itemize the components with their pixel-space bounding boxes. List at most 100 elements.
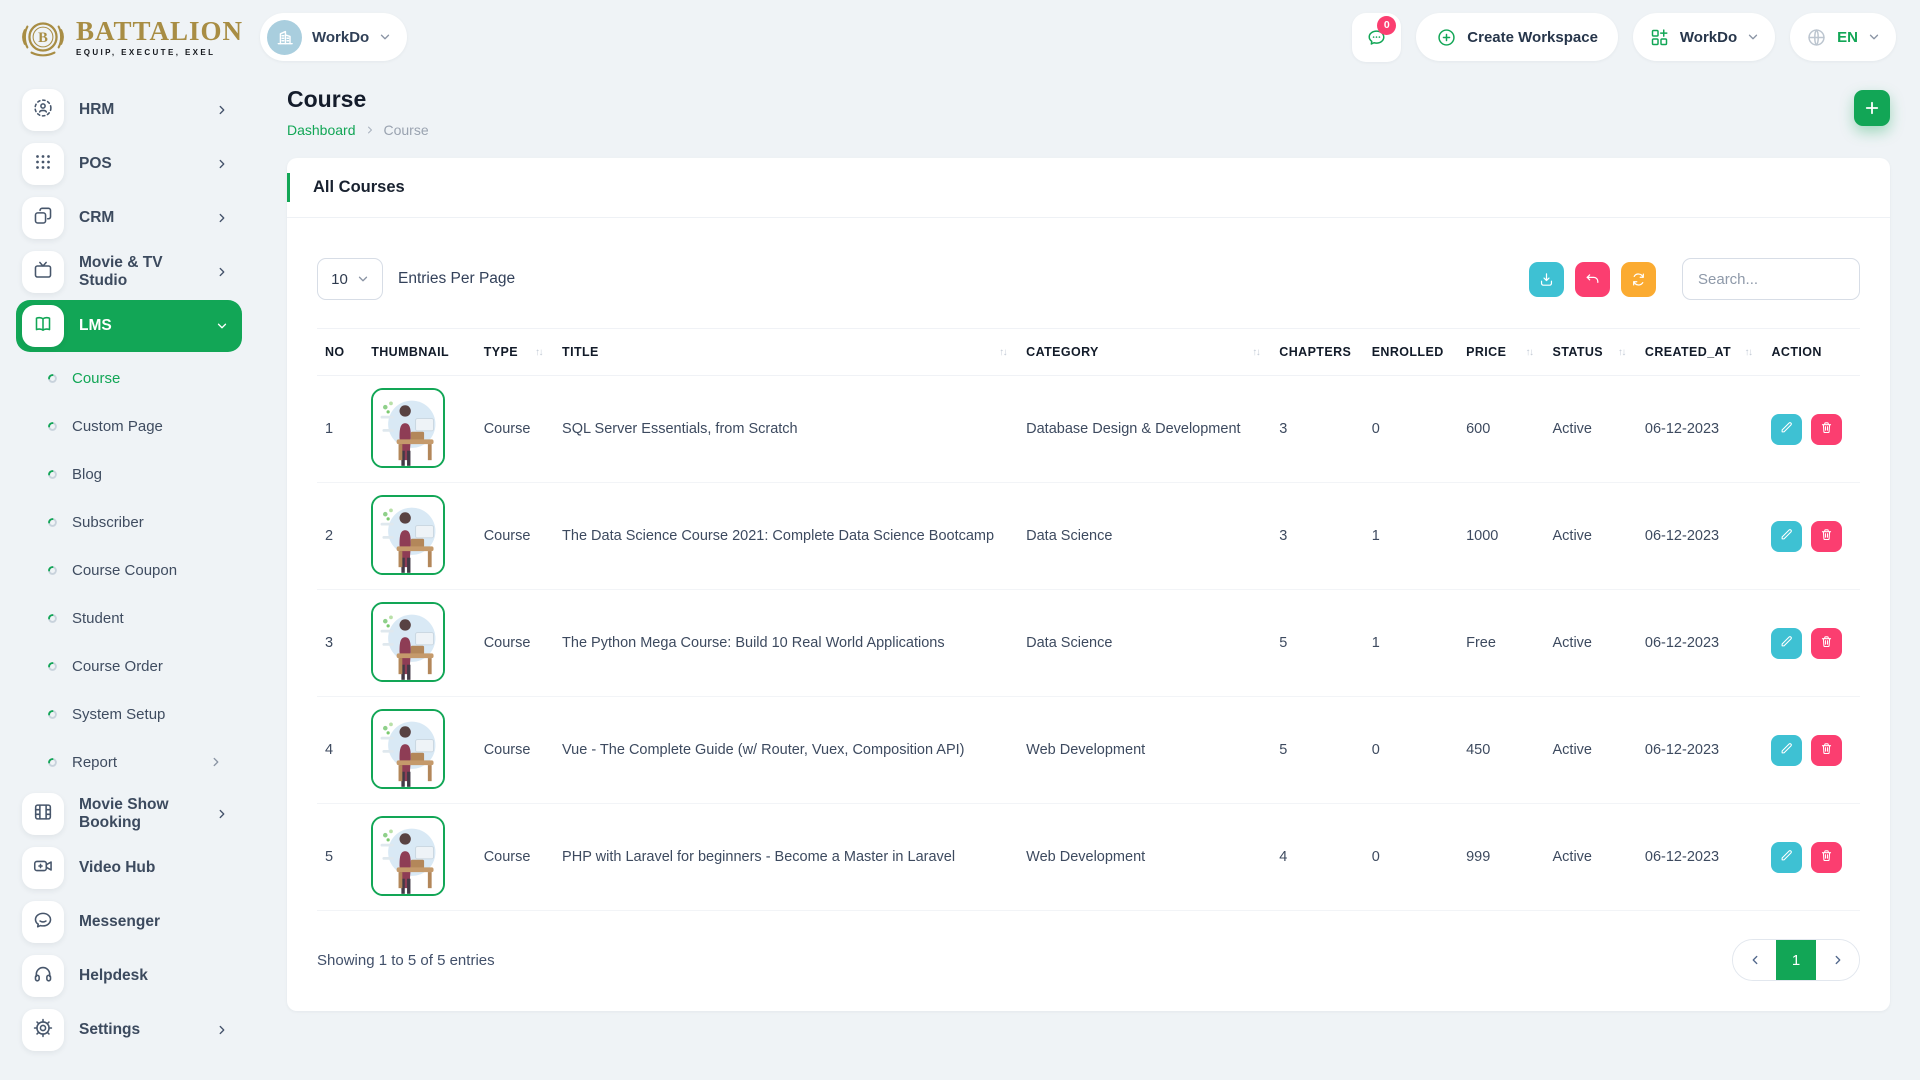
cell-status: Active	[1545, 697, 1637, 804]
sidebar-subitem-student[interactable]: Student	[0, 594, 258, 642]
sidebar-subitem-subscriber[interactable]: Subscriber	[0, 498, 258, 546]
column-label: TITLE	[562, 345, 599, 359]
sort-icon: ↑↓	[999, 347, 1006, 358]
chat-button[interactable]: 0	[1352, 13, 1401, 62]
column-header-type[interactable]: TYPE↑↓	[476, 329, 554, 376]
cell-enrolled: 0	[1364, 804, 1458, 911]
entries-per-page-select[interactable]: 10	[317, 258, 383, 300]
sidebar-item-settings[interactable]: Settings	[16, 1004, 242, 1056]
sidebar-item-video-hub[interactable]: Video Hub	[16, 842, 242, 894]
chevron-right-icon	[216, 104, 228, 116]
helpdesk-icon	[32, 963, 54, 990]
row-actions	[1771, 521, 1852, 552]
delete-button[interactable]	[1811, 842, 1842, 873]
cell-no: 3	[317, 590, 363, 697]
sidebar-subitem-blog[interactable]: Blog	[0, 450, 258, 498]
column-label: THUMBNAIL	[371, 345, 449, 359]
column-header-created-at[interactable]: CREATED_AT↑↓	[1637, 329, 1764, 376]
sidebar-subitem-label: Course Coupon	[72, 562, 177, 579]
language-selector[interactable]: EN	[1790, 13, 1896, 61]
search-input[interactable]	[1682, 258, 1860, 300]
delete-button[interactable]	[1811, 414, 1842, 445]
movie-tv-icon	[32, 259, 54, 286]
edit-button[interactable]	[1771, 735, 1802, 766]
column-header-enrolled: ENROLLED	[1364, 329, 1458, 376]
pagination-prev-button[interactable]	[1733, 940, 1776, 980]
sidebar-subitem-course-order[interactable]: Course Order	[0, 642, 258, 690]
cell-action	[1763, 804, 1860, 911]
sidebar-item-movie-tv-studio[interactable]: Movie & TV Studio	[16, 246, 242, 298]
pagination-page-1[interactable]: 1	[1776, 940, 1816, 980]
sidebar-subitem-label: Course	[72, 370, 120, 387]
sidebar-item-label: Movie & TV Studio	[79, 254, 201, 290]
sidebar-item-crm[interactable]: CRM	[16, 192, 242, 244]
sidebar-subitem-custom-page[interactable]: Custom Page	[0, 402, 258, 450]
sidebar-item-messenger[interactable]: Messenger	[16, 896, 242, 948]
export-button[interactable]	[1529, 262, 1564, 297]
column-label: ACTION	[1771, 345, 1821, 359]
breadcrumb-dashboard-link[interactable]: Dashboard	[287, 122, 356, 138]
sidebar-subitem-course[interactable]: Course	[0, 354, 258, 402]
cell-chapters: 3	[1271, 483, 1363, 590]
sidebar-subitem-course-coupon[interactable]: Course Coupon	[0, 546, 258, 594]
edit-button[interactable]	[1771, 414, 1802, 445]
sidebar-item-icon-tile	[22, 197, 64, 239]
cell-title: The Data Science Course 2021: Complete D…	[554, 483, 1018, 590]
delete-button[interactable]	[1811, 521, 1842, 552]
sidebar-subitem-report[interactable]: Report	[0, 738, 258, 786]
sidebar-subitem-system-setup[interactable]: System Setup	[0, 690, 258, 738]
chevron-right-icon	[216, 1024, 228, 1036]
add-course-button[interactable]	[1854, 90, 1890, 126]
column-label: CHAPTERS	[1279, 345, 1351, 359]
workdo-menu-button[interactable]: WorkDo	[1633, 13, 1775, 61]
column-label: ENROLLED	[1372, 345, 1444, 359]
cell-status: Active	[1545, 483, 1637, 590]
language-label: EN	[1837, 29, 1858, 46]
workdo-menu-label: WorkDo	[1680, 29, 1737, 46]
sidebar-item-lms[interactable]: LMS	[16, 300, 242, 352]
workspace-selector[interactable]: WorkDo	[260, 13, 407, 61]
delete-button[interactable]	[1811, 735, 1842, 766]
sidebar-item-icon-tile	[22, 847, 64, 889]
create-workspace-button[interactable]: Create Workspace	[1416, 13, 1618, 61]
chevron-right-icon	[216, 212, 228, 224]
refresh-button[interactable]	[1621, 262, 1656, 297]
sidebar-item-icon-tile	[22, 901, 64, 943]
column-header-status[interactable]: STATUS↑↓	[1545, 329, 1637, 376]
breadcrumb: Dashboard Course	[287, 122, 429, 138]
pencil-icon	[1779, 741, 1794, 759]
chevron-right-icon	[216, 158, 228, 170]
sidebar-item-label: Messenger	[79, 913, 228, 931]
sidebar-item-helpdesk[interactable]: Helpdesk	[16, 950, 242, 1002]
cell-status: Active	[1545, 376, 1637, 483]
showing-entries-text: Showing 1 to 5 of 5 entries	[317, 952, 495, 969]
edit-button[interactable]	[1771, 842, 1802, 873]
edit-button[interactable]	[1771, 628, 1802, 659]
cell-title: SQL Server Essentials, from Scratch	[554, 376, 1018, 483]
cell-type: Course	[476, 483, 554, 590]
cell-price: 1000	[1458, 483, 1544, 590]
bullet-icon	[46, 708, 59, 721]
column-header-price[interactable]: PRICE↑↓	[1458, 329, 1544, 376]
cell-thumbnail	[363, 804, 476, 911]
sidebar-item-pos[interactable]: POS	[16, 138, 242, 190]
column-header-title[interactable]: TITLE ↑↓	[554, 329, 1018, 376]
download-icon	[1538, 271, 1555, 288]
cell-enrolled: 0	[1364, 376, 1458, 483]
plus-circle-icon	[1436, 27, 1457, 48]
sidebar-item-hrm[interactable]: HRM	[16, 84, 242, 136]
sidebar-item-movie-show-booking[interactable]: Movie Show Booking	[16, 788, 242, 840]
pagination-next-button[interactable]	[1816, 940, 1859, 980]
cell-created-at: 06-12-2023	[1637, 376, 1764, 483]
chevron-down-icon	[1868, 31, 1880, 43]
chevron-down-icon	[1747, 31, 1759, 43]
edit-button[interactable]	[1771, 521, 1802, 552]
cell-thumbnail	[363, 376, 476, 483]
breadcrumb-current: Course	[384, 122, 429, 138]
column-header-category[interactable]: CATEGORY↑↓	[1018, 329, 1271, 376]
pencil-icon	[1779, 420, 1794, 438]
column-header-chapters: CHAPTERS	[1271, 329, 1363, 376]
reset-button[interactable]	[1575, 262, 1610, 297]
delete-button[interactable]	[1811, 628, 1842, 659]
sidebar-subitem-label: System Setup	[72, 706, 165, 723]
